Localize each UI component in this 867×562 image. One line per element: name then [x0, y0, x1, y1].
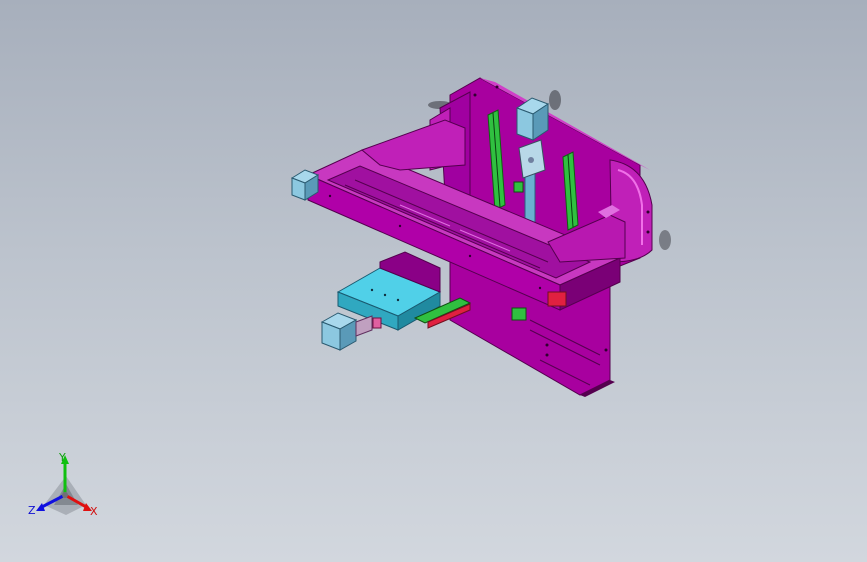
- cad-model[interactable]: [0, 0, 867, 562]
- triad-y-label: Y: [59, 451, 66, 464]
- y-axis-motor[interactable]: [320, 312, 382, 351]
- coordinate-triad-icon[interactable]: [36, 455, 92, 515]
- triad-x-label: X: [90, 505, 98, 518]
- sensor-block[interactable]: [513, 181, 524, 193]
- z-axis-motor[interactable]: [515, 97, 550, 141]
- graphics-viewport[interactable]: Y X Z: [0, 0, 867, 562]
- triad-z-label: Z: [28, 504, 36, 517]
